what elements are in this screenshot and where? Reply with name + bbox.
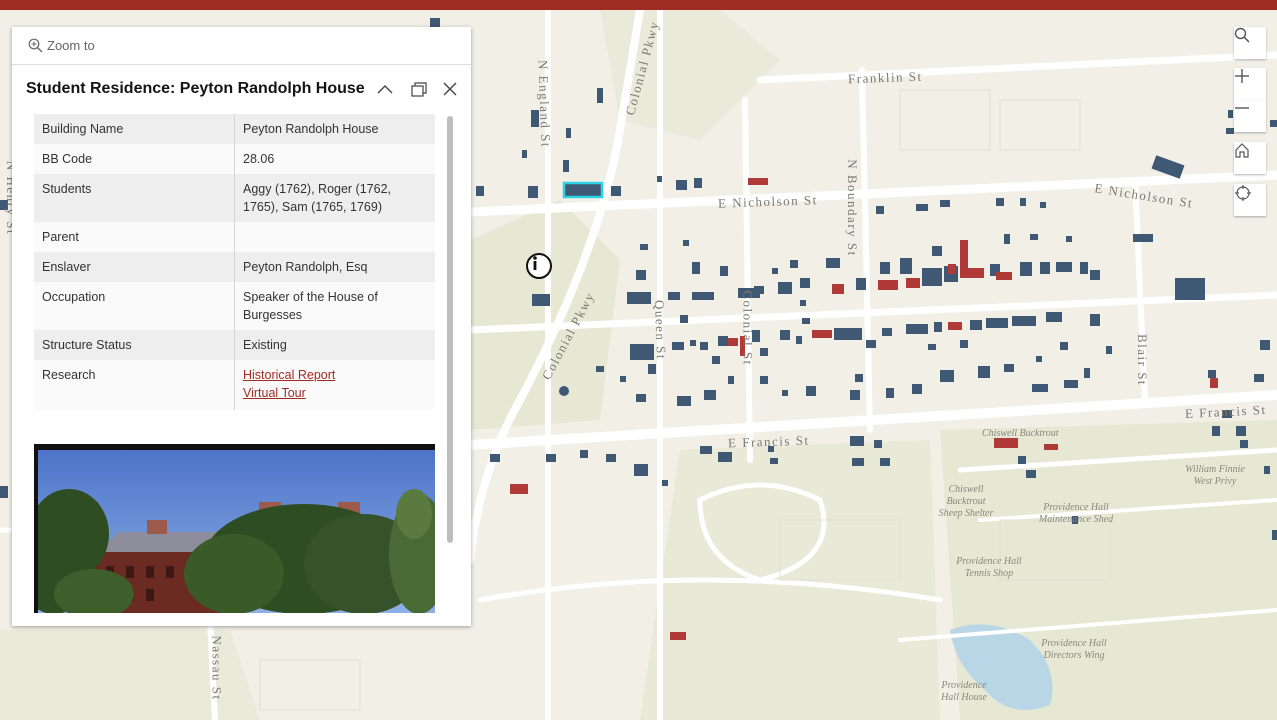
field-value: Peyton Randolph, Esq [234, 252, 435, 282]
locate-button[interactable] [1234, 184, 1266, 216]
poi-label: Chiswell Bucktrout [982, 428, 1059, 439]
dock-button[interactable] [408, 78, 430, 100]
locate-icon [1235, 185, 1251, 201]
street-label: E Francis St [727, 432, 810, 451]
street-label: Blair St [1135, 333, 1151, 387]
street-label: N Boundary St [844, 159, 860, 257]
field-value: Peyton Randolph House [234, 114, 435, 144]
table-row: BB Code 28.06 [34, 144, 435, 174]
field-name: Enslaver [34, 252, 235, 282]
info-marker-icon[interactable] [526, 253, 552, 279]
table-row: Structure Status Existing [34, 330, 435, 360]
zoom-out-button[interactable] [1234, 100, 1266, 132]
field-value: Existing [234, 330, 435, 360]
popup-title: Student Residence: Peyton Randolph House [26, 80, 365, 97]
poi-label: William Finnie West Privy [1185, 464, 1245, 487]
close-icon [443, 82, 457, 96]
table-row: Building Name Peyton Randolph House [34, 114, 435, 144]
poi-label: Providence Hall Directors Wing [1041, 638, 1107, 661]
field-name: Building Name [34, 114, 235, 144]
table-row: Students Aggy (1762), Roger (1762, 1765),… [34, 174, 435, 222]
search-icon [1234, 27, 1250, 43]
magnifier-plus-icon [28, 38, 43, 53]
street-label: Queen St [651, 299, 670, 361]
zoom-in-button[interactable] [1234, 68, 1266, 100]
virtual-tour-link[interactable]: Virtual Tour [243, 384, 427, 402]
table-row: Parent [34, 222, 435, 252]
field-name: BB Code [34, 144, 235, 174]
field-name: Occupation [34, 282, 235, 330]
dock-icon [411, 81, 427, 97]
search-button[interactable] [1234, 27, 1266, 59]
field-value: 28.06 [234, 144, 435, 174]
street-label: Colonial St [740, 290, 756, 366]
zoom-out-icon [1235, 107, 1249, 109]
zoom-in-icon [1235, 69, 1249, 83]
street-label: Nassau St [209, 635, 225, 701]
field-value: Speaker of the House of Burgesses [234, 282, 435, 330]
field-name: Students [34, 174, 235, 222]
zoom-to-button[interactable]: Zoom to [12, 27, 471, 65]
table-row: Research Historical Report Virtual Tour [34, 360, 435, 410]
table-row: Enslaver Peyton Randolph, Esq [34, 252, 435, 282]
field-name: Parent [34, 222, 235, 252]
building-photo [34, 444, 435, 613]
chevron-up-icon [377, 85, 393, 94]
field-name: Structure Status [34, 330, 235, 360]
popup-scrollbar-thumb[interactable] [447, 116, 453, 543]
field-name: Research [34, 360, 235, 410]
info-icon [533, 256, 537, 270]
feature-popup: Zoom to Student Residence: Peyton Randol… [12, 27, 471, 626]
field-value: Aggy (1762), Roger (1762, 1765), Sam (17… [234, 174, 435, 222]
street-label: Franklin St [847, 68, 923, 87]
close-button[interactable] [439, 78, 461, 100]
zoom-to-label: Zoom to [47, 38, 95, 53]
home-button[interactable] [1234, 142, 1266, 174]
historical-report-link[interactable]: Historical Report [243, 366, 427, 384]
poi-label: Providence Hall Tennis Shop [956, 556, 1022, 579]
poi-label: Chiswell Bucktrout Sheep Shelter [938, 484, 994, 519]
street-label: N England St [535, 59, 554, 149]
poi-label: Providence Hall House [941, 680, 987, 703]
table-row: Occupation Speaker of the House of Burges… [34, 282, 435, 330]
app-top-bar [0, 0, 1277, 10]
collapse-button[interactable] [374, 78, 396, 100]
home-icon [1235, 143, 1249, 158]
field-value: Historical Report Virtual Tour [234, 360, 435, 410]
field-value [234, 222, 435, 252]
attribute-table: Building Name Peyton Randolph House BB Co… [34, 114, 435, 410]
poi-label: Providence Hall Maintenance Shed [1038, 502, 1114, 525]
